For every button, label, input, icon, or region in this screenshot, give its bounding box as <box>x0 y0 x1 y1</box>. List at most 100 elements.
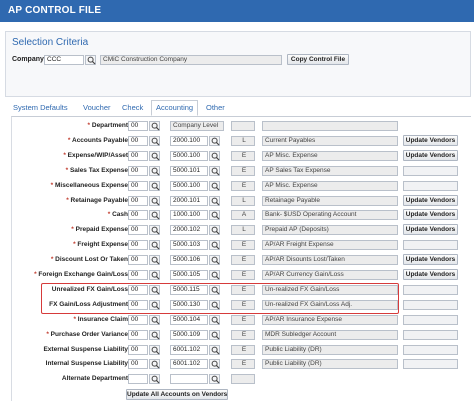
department-lookup-button[interactable] <box>149 374 160 385</box>
tab-check[interactable]: Check <box>122 100 143 116</box>
account-lookup-button[interactable] <box>209 374 220 385</box>
department-lookup-button[interactable] <box>149 135 160 146</box>
field-label-text: Accounts Payable <box>72 136 128 144</box>
department-lookup-button[interactable] <box>149 255 160 266</box>
department-lookup-button[interactable] <box>149 210 160 221</box>
account-description-field: AP Sales Tax Expense <box>262 165 398 176</box>
department-input[interactable]: 00 <box>128 329 148 340</box>
account-input[interactable] <box>170 374 208 385</box>
department-input[interactable]: 00 <box>128 180 148 191</box>
update-vendors-button[interactable]: Update Vendors <box>403 224 458 236</box>
tab-system-defaults[interactable]: System Defaults <box>13 100 68 116</box>
account-lookup-button[interactable] <box>209 135 220 146</box>
department-lookup-button[interactable] <box>149 314 160 325</box>
update-vendors-button[interactable]: Update Vendors <box>403 209 458 221</box>
department-input[interactable]: 00 <box>128 135 148 146</box>
account-type-field: L <box>231 195 255 206</box>
tab-accounting[interactable]: Accounting <box>151 100 199 116</box>
account-input[interactable]: 5000.104 <box>170 314 208 325</box>
account-description-field: AP/AR Currency Gain/Loss <box>262 270 398 280</box>
department-input[interactable]: 00 <box>128 344 148 355</box>
account-input[interactable]: 5000.103 <box>170 240 208 251</box>
update-vendors-button[interactable]: Update Vendors <box>403 134 458 146</box>
company-code-input[interactable]: CCC <box>44 55 84 65</box>
tab-other[interactable]: Other <box>206 100 225 116</box>
department-lookup-button[interactable] <box>149 121 160 131</box>
field-label: * Cash <box>108 211 128 218</box>
account-lookup-button[interactable] <box>209 195 220 206</box>
account-lookup-button[interactable] <box>209 314 220 325</box>
account-type-field: E <box>231 314 255 325</box>
account-lookup-button[interactable] <box>209 225 220 236</box>
account-description-field: Current Payables <box>262 135 398 146</box>
account-input[interactable]: 5000.101 <box>170 165 208 176</box>
account-description-field: AP/AR Insurance Expense <box>262 314 398 325</box>
account-lookup-button[interactable] <box>209 150 220 161</box>
search-icon <box>151 182 160 191</box>
account-lookup-button[interactable] <box>209 210 220 221</box>
field-label-text: Prepaid Expense <box>75 226 128 234</box>
department-lookup-button[interactable] <box>149 225 160 236</box>
field-label: * Prepaid Expense <box>71 226 128 233</box>
account-lookup-button[interactable] <box>209 165 220 176</box>
update-all-accounts-button[interactable]: Update All Accounts on Vendors <box>126 389 228 400</box>
account-lookup-button[interactable] <box>209 270 220 280</box>
update-vendors-button[interactable]: Update Vendors <box>403 194 458 206</box>
department-input[interactable]: 00 <box>128 150 148 161</box>
department-input[interactable]: 00 <box>128 195 148 206</box>
row-internal-suspense-liability: Internal Suspense Liability 00 6001.102 E Pu… <box>0 358 474 372</box>
department-lookup-button[interactable] <box>149 240 160 251</box>
update-vendors-button[interactable]: Update Vendors <box>403 269 458 280</box>
account-input[interactable]: 5000.100 <box>170 150 208 161</box>
search-icon <box>151 226 160 235</box>
account-input[interactable]: 2000.100 <box>170 135 208 146</box>
department-lookup-button[interactable] <box>149 329 160 340</box>
department-input[interactable]: 00 <box>128 314 148 325</box>
department-input[interactable]: 00 <box>128 359 148 370</box>
account-lookup-button[interactable] <box>209 255 220 266</box>
department-lookup-button[interactable] <box>149 270 160 280</box>
department-input[interactable] <box>128 374 148 385</box>
department-input[interactable]: 00 <box>128 270 148 280</box>
department-input[interactable]: 00 <box>128 165 148 176</box>
department-lookup-button[interactable] <box>149 165 160 176</box>
account-lookup-button[interactable] <box>209 359 220 370</box>
update-vendors-placeholder <box>403 314 458 325</box>
department-input[interactable]: 00 <box>128 210 148 221</box>
account-input[interactable]: 6001.102 <box>170 344 208 355</box>
update-vendors-button[interactable]: Update Vendors <box>403 254 458 266</box>
account-lookup-button[interactable] <box>209 329 220 340</box>
department-input[interactable]: 00 <box>128 225 148 236</box>
update-vendors-button[interactable]: Update Vendors <box>403 149 458 161</box>
field-label-text: Retainage Payable <box>70 196 128 204</box>
account-lookup-button[interactable] <box>209 180 220 191</box>
account-input[interactable]: 5000.106 <box>170 255 208 266</box>
account-input[interactable]: 6001.102 <box>170 359 208 370</box>
company-lookup-button[interactable] <box>85 55 96 65</box>
field-label: * Retainage Payable <box>66 197 128 204</box>
update-vendors-placeholder <box>403 329 458 340</box>
department-input[interactable]: 00 <box>128 121 148 131</box>
account-input[interactable]: 2000.102 <box>170 225 208 236</box>
account-input[interactable]: 5000.109 <box>170 329 208 340</box>
account-input[interactable]: 5000.100 <box>170 180 208 191</box>
field-label-text: Foreign Exchange Gain/Loss <box>38 271 128 278</box>
account-lookup-button[interactable] <box>209 240 220 251</box>
copy-control-file-button[interactable]: Copy Control File <box>287 54 349 65</box>
account-type-field: E <box>231 240 255 251</box>
department-lookup-button[interactable] <box>149 150 160 161</box>
tab-voucher[interactable]: Voucher <box>83 100 111 116</box>
department-lookup-button[interactable] <box>149 195 160 206</box>
department-lookup-button[interactable] <box>149 344 160 355</box>
account-lookup-button[interactable] <box>209 344 220 355</box>
department-input[interactable]: 00 <box>128 255 148 266</box>
search-icon <box>211 360 220 369</box>
department-lookup-button[interactable] <box>149 359 160 370</box>
account-input[interactable]: 5000.105 <box>170 270 208 280</box>
department-lookup-button[interactable] <box>149 180 160 191</box>
department-input[interactable]: 00 <box>128 240 148 251</box>
account-type-field: E <box>231 150 255 161</box>
account-input[interactable]: 1000.100 <box>170 210 208 221</box>
account-input[interactable]: 2000.101 <box>170 195 208 206</box>
account-description-field: Prepaid AP (Deposits) <box>262 225 398 236</box>
